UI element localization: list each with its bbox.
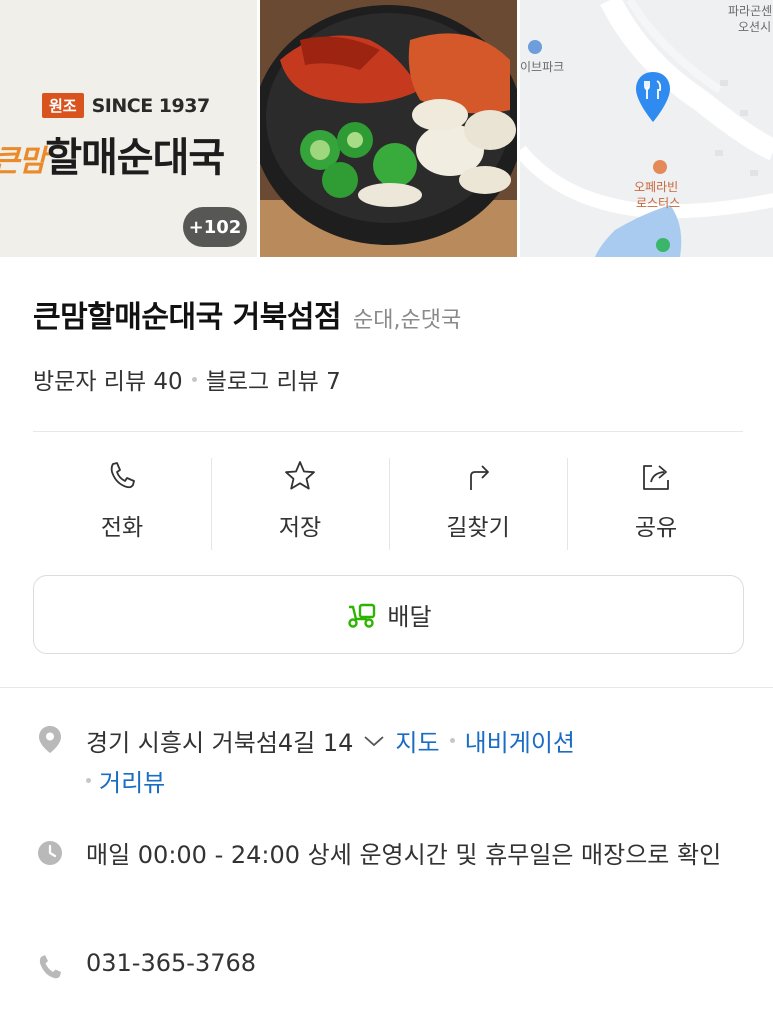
star-icon — [285, 461, 315, 490]
cafe-poi-icon — [653, 160, 667, 174]
sign-name-main: 할매순대국 — [45, 135, 225, 181]
sign-name-prefix: 큰맘 — [0, 144, 46, 179]
directions-button[interactable]: 길찾기 — [389, 456, 567, 550]
clock-icon — [38, 841, 62, 865]
place-header: 큰맘할매순대국 거북섬점 순대,순댓국 — [33, 292, 461, 336]
more-photos-badge[interactable]: +102 — [183, 207, 247, 247]
address-row: 경기 시흥시 거북섬4길 14 지도 내비게이션 — [86, 723, 575, 758]
delivery-scooter-icon — [348, 603, 376, 628]
divider — [33, 431, 743, 432]
map-label-paragon: 파라곤센 — [728, 4, 773, 18]
photo-storefront-sign[interactable]: 원조 SINCE 1937 큰맘할매순대국 +102 — [0, 0, 257, 257]
sign-badge: 원조 SINCE 1937 — [42, 93, 210, 118]
visitor-reviews-link[interactable]: 방문자 리뷰 40 — [33, 362, 183, 396]
action-bar: 전화 저장 길찾기 공유 — [33, 456, 745, 550]
delivery-label: 배달 — [387, 603, 432, 631]
directions-arrow-icon — [470, 465, 489, 490]
business-hours: 매일 00:00 - 24:00 상세 운영시간 및 휴무일은 매장으로 확인 — [86, 841, 722, 869]
location-pin-icon — [39, 726, 61, 753]
address-row-extra: 거리뷰 — [86, 763, 165, 798]
sign-restaurant-name: 큰맘할매순대국 — [0, 125, 225, 183]
map-label-roasters: 로스터스 — [636, 196, 681, 210]
share-icon — [643, 465, 669, 490]
sign-since-label: SINCE 1937 — [91, 94, 211, 117]
photo-strip[interactable]: 원조 SINCE 1937 큰맘할매순대국 +102 — [0, 0, 773, 257]
food-photo-illustration — [260, 0, 517, 257]
directions-label: 길찾기 — [446, 515, 510, 541]
section-divider — [0, 687, 773, 688]
map-label-park: 이브파크 — [520, 60, 565, 74]
photo-food[interactable] — [260, 0, 517, 257]
map-poi-icon — [528, 40, 542, 54]
park-poi-icon — [656, 238, 670, 252]
review-summary: 방문자 리뷰 40 블로그 리뷰 7 — [33, 362, 341, 396]
place-title: 큰맘할매순대국 거북섬점 — [33, 300, 342, 335]
map-label-opera: 오페라빈 — [634, 180, 679, 194]
place-category: 순대,순댓국 — [353, 308, 462, 333]
restaurant-pin-icon — [636, 72, 670, 122]
chevron-down-icon[interactable] — [363, 734, 385, 748]
call-button[interactable]: 전화 — [33, 456, 211, 550]
delivery-button[interactable]: 배달 — [33, 575, 744, 654]
share-label: 공유 — [634, 515, 678, 541]
phone-icon — [110, 462, 135, 489]
map-label-oceansi: 오션시 — [738, 20, 772, 34]
share-button[interactable]: 공유 — [567, 456, 745, 550]
streetview-link[interactable]: 거리뷰 — [99, 763, 165, 798]
separator-dot — [191, 376, 197, 382]
photo-map[interactable]: 파라곤센 오션시 이브파크 오페라빈 로스터스 — [520, 0, 773, 257]
sign-origin-label: 원조 — [42, 93, 84, 118]
phone-number[interactable]: 031-365-3768 — [86, 949, 256, 977]
phone-icon — [39, 955, 61, 979]
map-link[interactable]: 지도 — [395, 723, 439, 758]
address-text: 경기 시흥시 거북섬4길 14 — [86, 729, 354, 757]
save-label: 저장 — [278, 515, 322, 541]
blog-reviews-link[interactable]: 블로그 리뷰 7 — [206, 362, 341, 396]
separator-dot — [86, 778, 91, 783]
save-button[interactable]: 저장 — [211, 456, 389, 550]
call-label: 전화 — [100, 515, 144, 541]
separator-dot — [449, 738, 455, 743]
navigation-link[interactable]: 내비게이션 — [465, 723, 575, 758]
